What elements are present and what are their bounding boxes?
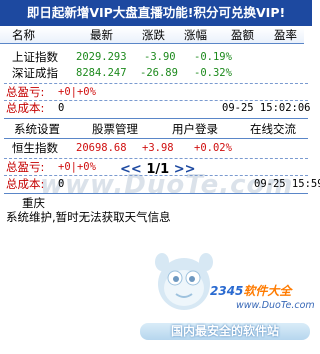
- logo-number: 2345: [210, 284, 244, 298]
- total-profit-label: 总盈亏:: [6, 85, 45, 99]
- tab-system-settings[interactable]: 系统设置: [14, 121, 60, 137]
- divider: [4, 83, 308, 84]
- divider: [4, 138, 308, 139]
- tab-stock-management[interactable]: 股票管理: [92, 121, 138, 137]
- table-row[interactable]: 深证成指 8284.247 -26.89 -0.32%: [12, 66, 302, 81]
- menu-tabs: 系统设置 股票管理 用户登录 在线交流: [4, 121, 308, 137]
- site-logo: 2345软件大全: [210, 282, 291, 299]
- weather-message: 系统维护,暂时无法获取天气信息: [6, 210, 171, 224]
- total-profit-value: +0|+0%: [58, 86, 96, 98]
- table-row[interactable]: 恒生指数 20698.68 +3.98 +0.02%: [12, 141, 302, 156]
- total-cost-value: 0: [58, 178, 65, 190]
- col-profit[interactable]: 盈额: [231, 27, 254, 43]
- watermark-slogan: 国内最安全的软件站: [140, 323, 310, 340]
- price-change: -26.89: [140, 67, 178, 79]
- col-change[interactable]: 涨跌: [142, 27, 165, 43]
- total-cost-label: 总成本:: [6, 101, 45, 115]
- stock-name: 上证指数: [12, 50, 58, 64]
- col-latest[interactable]: 最新: [90, 27, 113, 43]
- table-row[interactable]: 上证指数 2029.293 -3.90 -0.19%: [12, 50, 302, 65]
- pct-change: -0.32%: [194, 67, 232, 79]
- update-time: 09-25 15:02:06: [222, 102, 311, 114]
- stock-name: 恒生指数: [12, 141, 58, 155]
- price-change: -3.90: [144, 51, 176, 63]
- pct-change: -0.19%: [194, 51, 232, 63]
- total-cost-value: 0: [58, 102, 65, 114]
- logo-url: www.DuoTe.com: [236, 300, 315, 311]
- col-pct[interactable]: 涨幅: [184, 27, 207, 43]
- total-cost: 总成本: 0 09-25 15:59: [6, 177, 320, 192]
- divider: [4, 193, 308, 194]
- latest-price: 8284.247: [76, 67, 127, 79]
- divider: [4, 158, 308, 159]
- update-time: 09-25 15:59: [254, 178, 320, 190]
- tab-user-login[interactable]: 用户登录: [172, 121, 218, 137]
- tab-online-chat[interactable]: 在线交流: [250, 121, 296, 137]
- price-change: +3.98: [142, 142, 174, 154]
- stock-name: 深证成指: [12, 66, 58, 80]
- divider: [4, 118, 308, 119]
- col-profit-rate[interactable]: 盈率: [274, 27, 297, 43]
- mascot-watermark-icon: [155, 253, 213, 310]
- logo-text: 软件大全: [243, 284, 292, 298]
- total-cost: 总成本: 0 09-25 15:02:06: [6, 101, 311, 116]
- col-name[interactable]: 名称: [12, 27, 35, 43]
- pct-change: +0.02%: [194, 142, 232, 154]
- divider: [4, 175, 308, 176]
- total-profit-label: 总盈亏:: [6, 160, 45, 174]
- vip-announcement-banner[interactable]: 即日起新增VIP大盘直播功能!积分可兑换VIP!: [0, 0, 312, 26]
- latest-price: 20698.68: [76, 142, 127, 154]
- total-cost-label: 总成本:: [6, 177, 45, 191]
- latest-price: 2029.293: [76, 51, 127, 63]
- quote-table-header: 名称 最新 涨跌 涨幅 盈额 盈率: [0, 27, 304, 44]
